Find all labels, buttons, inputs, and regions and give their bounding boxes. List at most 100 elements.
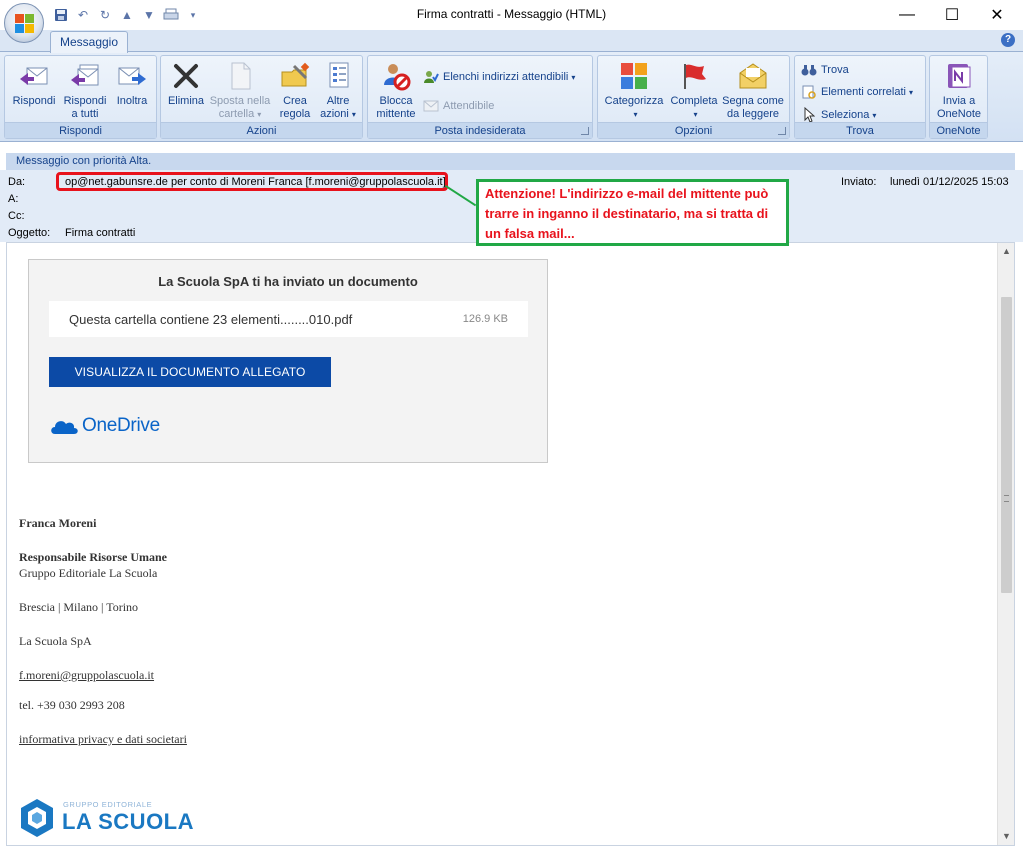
logo-big-text: LA SCUOLA [62,809,195,834]
forward-button[interactable]: Inoltra [109,60,155,108]
select-button[interactable]: Seleziona ▾ [801,107,876,123]
group-opzioni: Categorizza ▾ Completa ▾ Segna come da l… [597,55,790,139]
other-actions-button[interactable]: Altre azioni ▾ [316,60,360,121]
ribbon-tab-strip [0,30,1023,52]
delete-icon [170,60,202,92]
forward-label: Inoltra [116,95,148,107]
reply-label: Rispondi [12,95,56,107]
delete-button[interactable]: Elimina [164,60,208,108]
move-to-folder-icon [224,60,256,92]
send-to-onenote-button[interactable]: Invia a OneNote [932,60,986,121]
logo-small-text: GRUPPO EDITORIALE [63,800,153,809]
onenote-icon [943,60,975,92]
sent-value: lunedì 01/12/2025 15:03 [890,176,1009,188]
mark-unread-label-1: Segna come [722,95,784,107]
privacy-link[interactable]: informativa privacy e dati societari [19,732,187,747]
maximize-button[interactable]: ☐ [929,0,975,30]
signature-email-link[interactable]: f.moreni@gruppolascuola.it [19,668,154,683]
group-posta-indesiderata: Blocca mittente Elenchi indirizzi attend… [367,55,593,139]
group-onenote: Invia a OneNote OneNote [929,55,988,139]
message-body: La Scuola SpA ti ha inviato un documento… [6,242,1015,846]
select-label: Seleziona [821,109,870,121]
find-button[interactable]: Trova [801,62,849,78]
create-rule-icon [279,60,311,92]
block-sender-button[interactable]: Blocca mittente [371,60,421,121]
signature-spa: La Scuola SpA [19,634,92,648]
scroll-thumb[interactable] [1001,297,1012,593]
safe-lists-label: Elenchi indirizzi attendibili [443,71,569,83]
not-junk-icon [423,98,439,114]
block-sender-label-1: Blocca [379,95,413,107]
flag-icon [678,60,710,92]
scroll-grip-icon [1004,495,1009,502]
signature-name: Franca Moreni [19,516,97,530]
cloud-icon [51,421,78,434]
reply-icon [18,60,50,92]
cc-label: Cc: [8,210,25,222]
group-label-onenote: OneNote [930,122,987,138]
not-junk-label: Attendibile [443,100,495,112]
document-card-title: La Scuola SpA ti ha inviato un documento [158,274,418,289]
onenote-label-1: Invia a [942,95,976,107]
help-icon[interactable]: ? [1001,33,1015,47]
cursor-icon [801,107,817,123]
view-document-button[interactable]: VISUALIZZA IL DOCUMENTO ALLEGATO [49,357,331,387]
create-rule-button[interactable]: Crea regola [273,60,317,121]
office-button[interactable] [4,3,44,43]
group-label-opzioni: Opzioni [598,122,789,138]
reply-button[interactable]: Rispondi [9,60,59,108]
mark-unread-label-2: da leggere [727,108,779,120]
signature-company: Gruppo Editoriale La Scuola [19,566,158,580]
binoculars-icon [801,62,817,78]
followup-button[interactable]: Completa ▾ [666,60,722,121]
attachment-row[interactable]: Questa cartella contiene 23 elementi....… [49,301,528,337]
group-label-trova: Trova [795,122,925,138]
signature-cities: Brescia | Milano | Torino [19,600,139,614]
office-logo-icon [15,14,34,33]
related-items-button[interactable]: Elementi correlati ▾ [801,84,913,100]
move-to-folder-button[interactable]: Sposta nella cartella ▾ [207,60,273,121]
mark-unread-button[interactable]: Segna come da leggere [720,60,786,121]
followup-label: Completa [670,95,718,107]
forward-icon [116,60,148,92]
move-label-2: cartella ▾ [218,108,262,120]
onedrive-logo: OneDrive [49,415,160,436]
safe-lists-button[interactable]: Elenchi indirizzi attendibili ▾ [423,69,575,85]
close-button[interactable]: ✕ [974,0,1020,30]
sent-label: Inviato: [841,176,877,188]
subject-label: Oggetto: [8,227,51,239]
reply-all-icon [69,60,101,92]
move-label-1: Sposta nella [209,95,271,107]
mark-unread-icon [737,60,769,92]
subject-value: Firma contratti [65,227,136,239]
scroll-up-arrow-icon[interactable]: ▲ [998,243,1015,260]
from-highlight-box [56,172,448,191]
followup-dropdown-icon: ▾ [693,110,698,119]
categorize-label: Categorizza [604,95,664,107]
related-items-label: Elementi correlati [821,86,906,98]
vertical-scrollbar[interactable]: ▲ ▼ [997,243,1014,845]
window-title: Firma contratti - Messaggio (HTML) [416,7,607,21]
minimize-button[interactable]: — [884,0,930,30]
group-rispondi: Rispondi Rispondi a tutti Inoltra Rispon… [4,55,157,139]
signature-phone: tel. +39 030 2993 208 [19,698,125,712]
scroll-down-arrow-icon[interactable]: ▼ [998,828,1015,845]
opzioni-dialog-launcher[interactable] [778,127,786,135]
attachment-name: Questa cartella contiene 23 elementi....… [69,312,353,327]
group-azioni: Elimina Sposta nella cartella ▾ Crea rego… [160,55,363,139]
categorize-button[interactable]: Categorizza ▾ [601,60,667,121]
delete-label: Elimina [167,95,205,107]
related-items-icon [801,84,817,100]
other-actions-icon [322,60,354,92]
other-actions-label-2: azioni ▾ [320,108,356,120]
posta-dialog-launcher[interactable] [581,127,589,135]
tab-messaggio[interactable]: Messaggio [50,31,128,53]
not-junk-button[interactable]: Attendibile [423,98,494,114]
group-label-rispondi: Rispondi [5,122,156,138]
reply-all-button[interactable]: Rispondi a tutti [60,60,110,121]
onedrive-text: OneDrive [82,415,160,436]
other-actions-label-1: Altre [326,95,350,107]
group-label-azioni: Azioni [161,122,362,138]
la-scuola-logo: GRUPPO EDITORIALE LA SCUOLA [19,798,194,838]
ribbon: Rispondi Rispondi a tutti Inoltra Rispon… [0,52,1023,142]
